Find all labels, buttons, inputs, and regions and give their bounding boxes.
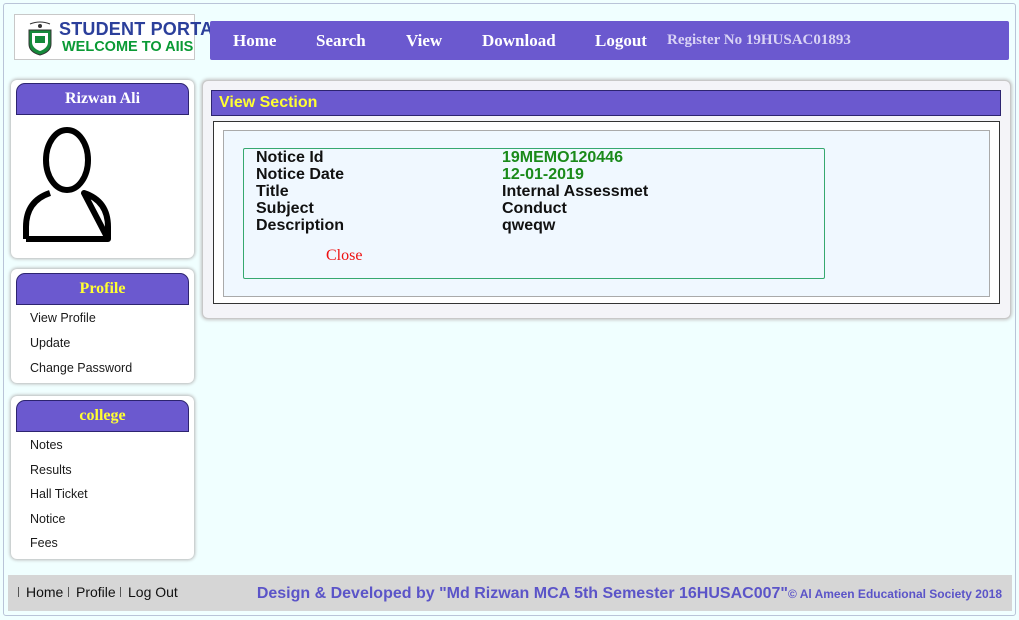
notice-details: Notice Id 19MEMO120446 Notice Date 12-01…	[243, 148, 825, 279]
notice-date-label: Notice Date	[256, 166, 345, 183]
footer-separator	[68, 587, 69, 597]
link-view-profile[interactable]: View Profile	[30, 311, 96, 325]
footer-link-logout[interactable]: Log Out	[128, 584, 178, 600]
copyright-text: © Al Ameen Educational Society 2018	[787, 587, 1002, 601]
user-card: Rizwan Ali	[11, 80, 194, 258]
footer-credit: Design & Developed by "Md Rizwan MCA 5th…	[257, 585, 1002, 603]
link-update[interactable]: Update	[30, 336, 70, 350]
footer-link-profile[interactable]: Profile	[76, 584, 116, 600]
notice-title-label: Title	[256, 183, 289, 200]
developer-credit: Design & Developed by "Md Rizwan MCA 5th…	[256, 585, 788, 602]
footer-link-home[interactable]: Home	[26, 584, 63, 600]
nav-home[interactable]: Home	[233, 31, 276, 51]
profile-menu: Profile View Profile Update Change Passw…	[11, 269, 194, 383]
notice-description-value: qweqw	[502, 217, 556, 234]
nav-view[interactable]: View	[406, 31, 442, 51]
college-menu-title: college	[16, 400, 189, 432]
notice-id-value: 19MEMO120446	[502, 149, 623, 166]
link-change-password[interactable]: Change Password	[30, 361, 132, 375]
footer: Home Profile Log Out Design & Developed …	[8, 575, 1012, 611]
site-logo[interactable]: STUDENT PORTAL WELCOME TO AIIS	[14, 14, 224, 60]
view-section-header: View Section	[211, 90, 1001, 116]
nav-search[interactable]: Search	[316, 31, 366, 51]
register-number: Register No 19HUSAC01893	[667, 32, 851, 48]
link-notes[interactable]: Notes	[30, 438, 63, 452]
nav-logout[interactable]: Logout	[595, 31, 647, 51]
footer-separator	[18, 587, 19, 597]
footer-separator	[120, 587, 121, 597]
link-fees[interactable]: Fees	[30, 536, 58, 550]
notice-subject-label: Subject	[256, 200, 314, 217]
user-name: Rizwan Ali	[16, 83, 189, 115]
view-panel: View Section Notice Id 19MEMO120446 Noti…	[202, 80, 1011, 319]
notice-title-value: Internal Assessmet	[502, 183, 649, 200]
college-menu: college Notes Results Hall Ticket Notice…	[11, 396, 194, 559]
school-emblem-icon	[28, 21, 52, 56]
link-notice[interactable]: Notice	[30, 512, 65, 526]
notice-date-value: 12-01-2019	[502, 166, 584, 183]
logo-title: STUDENT PORTAL	[59, 19, 225, 39]
nav-download[interactable]: Download	[482, 31, 556, 51]
notice-container: Notice Id 19MEMO120446 Notice Date 12-01…	[213, 121, 1000, 304]
notice-inner: Notice Id 19MEMO120446 Notice Date 12-01…	[223, 130, 990, 297]
link-results[interactable]: Results	[30, 463, 72, 477]
top-nav: Home Search View Download Logout Registe…	[210, 21, 1009, 60]
notice-id-label: Notice Id	[256, 149, 324, 166]
user-silhouette-icon	[23, 127, 111, 242]
view-section-title: View Section	[219, 94, 318, 111]
close-button[interactable]: Close	[326, 247, 362, 265]
logo-welcome: WELCOME TO AIIS	[62, 39, 194, 55]
notice-subject-value: Conduct	[502, 200, 567, 217]
link-hall-ticket[interactable]: Hall Ticket	[30, 487, 88, 501]
notice-description-label: Description	[256, 217, 345, 234]
profile-menu-title: Profile	[16, 273, 189, 305]
